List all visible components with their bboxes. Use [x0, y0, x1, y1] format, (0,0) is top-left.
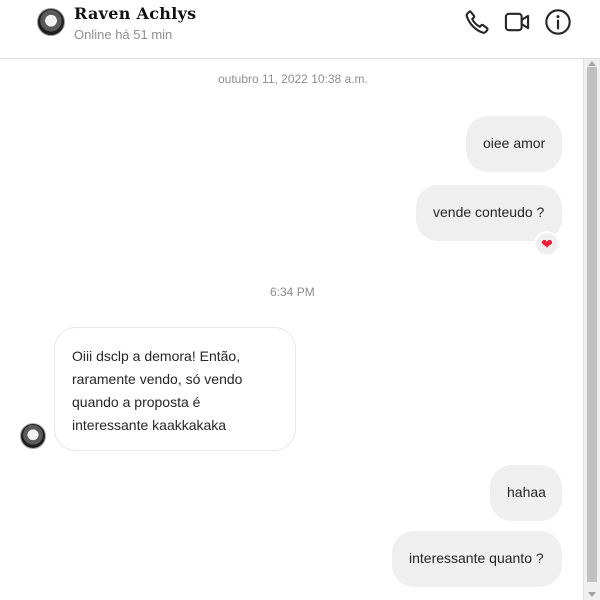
scroll-up-arrow-icon[interactable]	[588, 61, 596, 66]
message-text: interessante quanto ?	[409, 550, 544, 566]
message-outgoing[interactable]: oiee amor	[466, 116, 562, 172]
video-camera-icon[interactable]	[503, 8, 531, 36]
sender-avatar[interactable]	[20, 423, 46, 449]
message-text: hahaa	[507, 484, 546, 500]
timestamp-second: 6:34 PM	[270, 285, 315, 299]
info-icon[interactable]	[544, 8, 572, 36]
message-incoming[interactable]: Oiii dsclp a demora! Então, raramente ve…	[54, 327, 296, 451]
message-line: interessante kaakkakaka	[72, 417, 227, 433]
scrollbar[interactable]	[583, 59, 600, 600]
conversation-header: Raven Achlys Online há 51 min	[0, 0, 600, 59]
timestamp-first: outubro 11, 2022 10:38 a.m.	[218, 72, 368, 86]
contact-name[interactable]: Raven Achlys	[74, 4, 196, 23]
heart-reaction-icon[interactable]: ❤	[534, 231, 560, 257]
scrollbar-thumb[interactable]	[587, 67, 597, 582]
message-outgoing[interactable]: hahaa	[490, 465, 562, 521]
message-line: Oiii dsclp a demora! Então,	[72, 348, 241, 364]
message-text: oiee amor	[483, 135, 546, 151]
phone-icon[interactable]	[463, 8, 491, 36]
message-outgoing[interactable]: interessante quanto ?	[392, 531, 562, 587]
contact-avatar[interactable]	[37, 8, 65, 36]
message-text: vende conteudo ?	[433, 204, 545, 220]
message-thread: outubro 11, 2022 10:38 a.m. oiee amor ve…	[0, 59, 583, 600]
message-line: quando a proposta é	[72, 394, 201, 410]
contact-status: Online há 51 min	[74, 27, 173, 42]
scroll-down-arrow-icon[interactable]	[588, 592, 596, 597]
message-line: raramente vendo, só vendo	[72, 371, 243, 387]
